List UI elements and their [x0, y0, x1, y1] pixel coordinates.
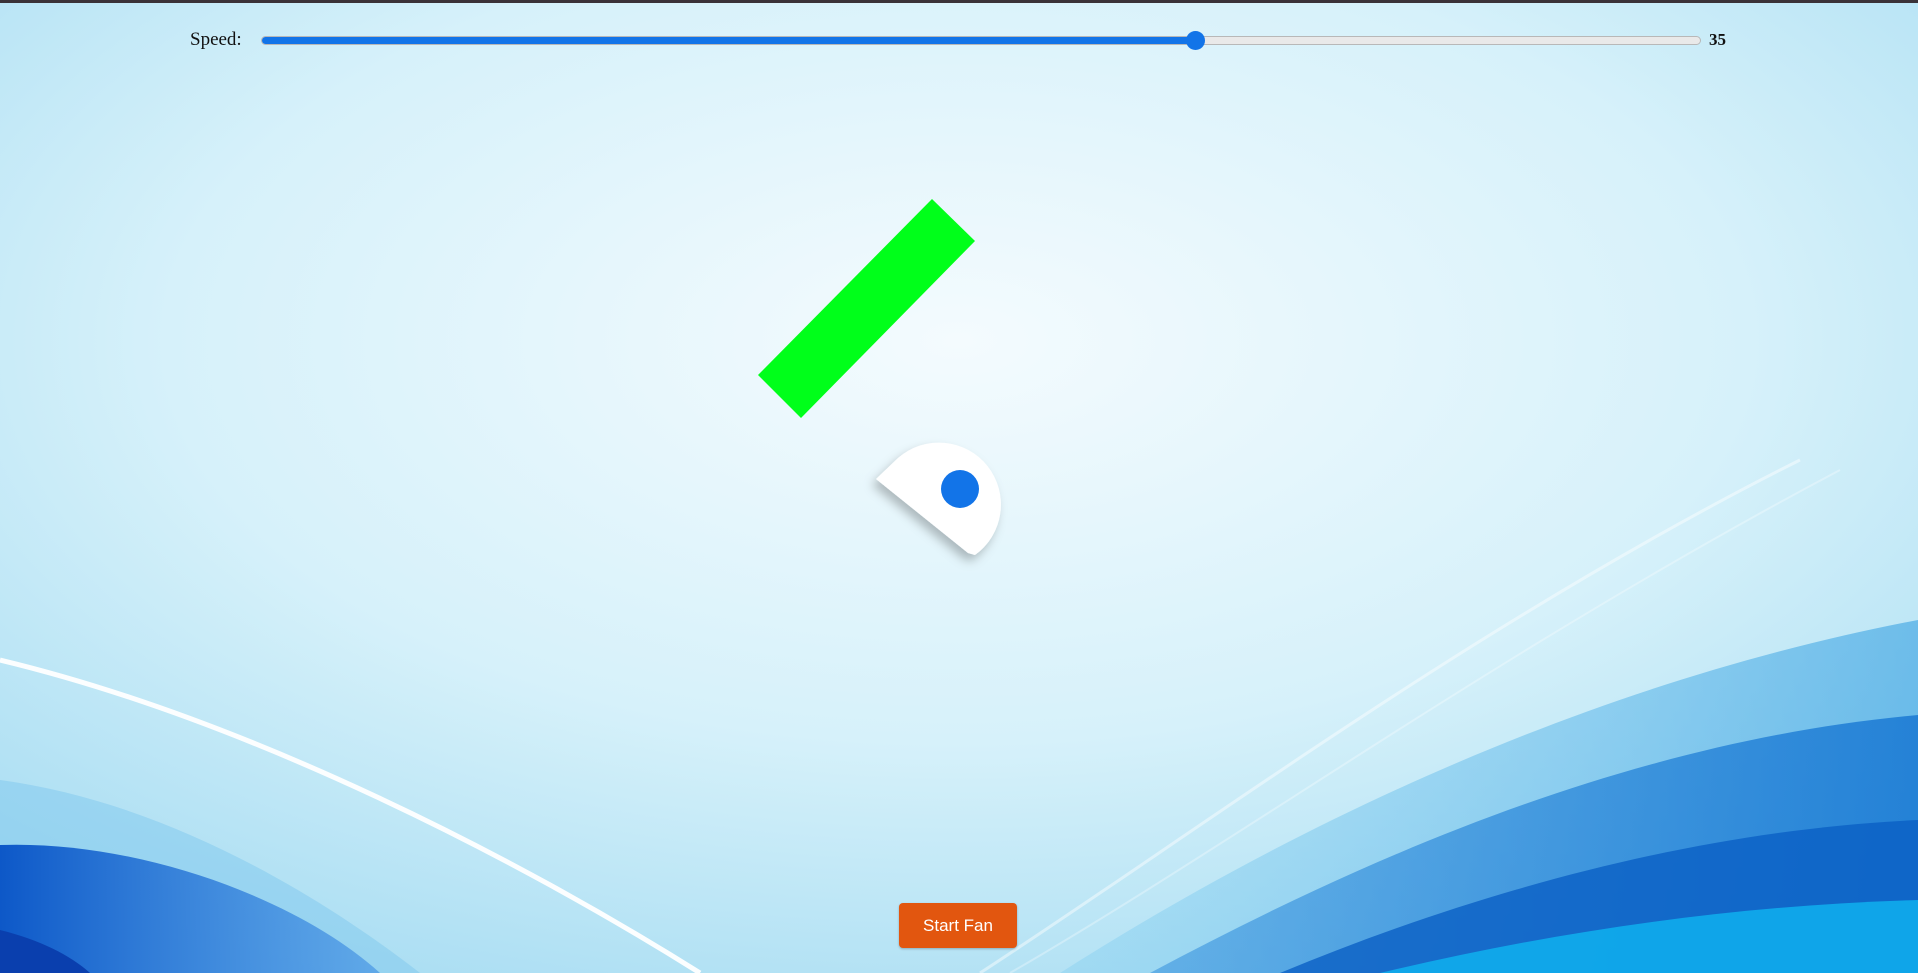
window-top-border — [0, 0, 1918, 3]
fan — [758, 199, 1001, 555]
speed-slider-thumb[interactable] — [1186, 31, 1206, 50]
speed-control: Speed: 35 — [190, 28, 1740, 52]
speed-slider-fill — [262, 37, 1196, 44]
speed-slider[interactable] — [261, 31, 1701, 50]
fan-hub-center-dot — [941, 470, 979, 508]
fan-hub — [876, 442, 1001, 555]
speed-value: 35 — [1709, 30, 1726, 49]
speed-label: Speed: — [190, 29, 242, 50]
start-fan-button[interactable]: Start Fan — [899, 903, 1017, 948]
fan-blade — [758, 199, 975, 418]
